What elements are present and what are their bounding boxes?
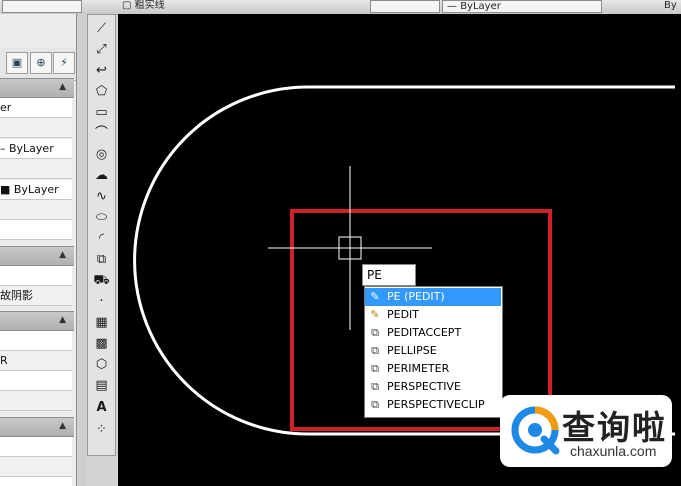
quick-select-icon[interactable]: ⚡: [53, 52, 75, 74]
prop-row[interactable]: [0, 159, 72, 179]
rectangle-icon[interactable]: ▭: [91, 103, 112, 122]
color-combo[interactable]: [370, 0, 440, 13]
prop-row[interactable]: [0, 391, 72, 411]
top-toolbar: ▢ 粗实线 — ByLayer By: [0, 0, 681, 15]
command-autocomplete-list: ✎ PE (PEDIT) ✎ PEDIT ⧉ PEDITACCEPT ⧉ PEL…: [364, 286, 503, 418]
command-icon: ⧉: [371, 362, 379, 375]
section-plot-header[interactable]: ▲: [0, 311, 74, 331]
prop-row-shadow[interactable]: 故阴影: [0, 286, 72, 306]
draw-toolbar: ⟋ ⤢ ↩ ⬠ ▭ ⌒ ◎ ☁ ∿ ⬭ ◜ ⧉ ⛟ · ▦ ▩ ⬡ ▤ A ⁘: [87, 14, 116, 456]
mtext-icon[interactable]: A: [91, 398, 112, 417]
dynamic-input-field[interactable]: PE: [362, 264, 416, 286]
linetype-swatch-icon: —: [447, 1, 461, 12]
make-block-icon[interactable]: ⛟: [91, 271, 112, 290]
table-icon[interactable]: ▤: [91, 376, 112, 395]
add-selected-icon[interactable]: ⁘: [91, 420, 112, 439]
select-objects-icon[interactable]: ⊕: [30, 52, 52, 74]
suggestion-perspectiveclip[interactable]: ⧉ PERSPECTIVECLIP: [365, 396, 501, 414]
command-icon: ⧉: [371, 344, 379, 357]
layer-combo[interactable]: ▢ 粗实线: [118, 0, 210, 13]
toolbar-combo-left[interactable]: [2, 0, 82, 13]
region-icon[interactable]: ⬡: [91, 355, 112, 374]
hatch-icon[interactable]: ▦: [91, 313, 112, 332]
gradient-icon[interactable]: ▩: [91, 334, 112, 353]
pencil-icon: ✎: [370, 290, 380, 303]
collapse-arrow-icon: ▲: [59, 250, 66, 260]
command-icon: ⧉: [371, 398, 379, 411]
toggle-pickadd-icon[interactable]: ▣: [6, 52, 28, 74]
line-icon[interactable]: ⟋: [91, 19, 112, 38]
ellipse-arc-icon[interactable]: ◜: [91, 229, 112, 248]
collapse-arrow-icon: ▲: [59, 421, 66, 431]
arc-icon[interactable]: ⌒: [91, 124, 112, 143]
command-icon: ⧉: [371, 380, 379, 393]
bylayer-combo-value: ByLayer: [460, 1, 501, 12]
collapse-arrow-icon: ▲: [59, 82, 66, 92]
bylayer-combo[interactable]: — ByLayer: [442, 0, 602, 13]
prop-row-linetype[interactable]: – ByLayer: [0, 139, 72, 159]
prop-row[interactable]: [0, 118, 72, 138]
palette-splitter[interactable]: [78, 14, 87, 486]
watermark-badge: 查询啦 chaxunla.com: [500, 395, 672, 467]
watermark-domain-text: chaxunla.com: [570, 443, 657, 459]
section-view-header[interactable]: ▲: [0, 417, 74, 437]
spline-icon[interactable]: ∿: [91, 187, 112, 206]
point-icon[interactable]: ·: [91, 292, 112, 311]
watermark-chinese-text: 查询啦: [562, 408, 667, 447]
prop-row-lineweight[interactable]: ■ ByLayer: [0, 180, 72, 200]
xline-icon[interactable]: ⤢: [91, 40, 112, 59]
pencil-icon: ✎: [370, 308, 380, 321]
prop-row[interactable]: [0, 220, 72, 240]
polyline-icon[interactable]: ↩: [91, 61, 112, 80]
prop-row-layer[interactable]: er: [0, 98, 72, 118]
prop-row[interactable]: [0, 371, 72, 391]
revcloud-icon[interactable]: ☁: [91, 166, 112, 185]
layer-combo-value: 粗实线: [134, 0, 165, 11]
prop-row[interactable]: [0, 331, 72, 351]
collapse-arrow-icon: ▲: [59, 315, 66, 325]
suggestion-pe-pedit[interactable]: ✎ PE (PEDIT): [365, 288, 501, 306]
suggestion-perimeter[interactable]: ⧉ PERIMETER: [365, 360, 501, 378]
circle-icon[interactable]: ◎: [91, 145, 112, 164]
insert-block-icon[interactable]: ⧉: [91, 250, 112, 269]
ellipse-icon[interactable]: ⬭: [91, 208, 112, 227]
prop-row[interactable]: [0, 200, 72, 220]
suggestion-peditaccept[interactable]: ⧉ PEDITACCEPT: [365, 324, 501, 342]
properties-palette: ▣ ⊕ ⚡ ▲ er – ByLayer ■ ByLayer ▲ 故阴影 ▲ R…: [0, 14, 77, 486]
section-general-header[interactable]: ▲: [0, 78, 74, 98]
suggestion-perspective[interactable]: ⧉ PERSPECTIVE: [365, 378, 501, 396]
suggestion-pellipse[interactable]: ⧉ PELLIPSE: [365, 342, 501, 360]
suggestion-pedit[interactable]: ✎ PEDIT: [365, 306, 501, 324]
watermark-logo-icon: [511, 406, 560, 455]
prop-row[interactable]: [0, 437, 72, 457]
polygon-icon[interactable]: ⬠: [91, 82, 112, 101]
topbar-right-fragment: By: [664, 0, 677, 11]
section-3d-header[interactable]: ▲: [0, 246, 74, 266]
prop-row[interactable]: [0, 457, 72, 477]
properties-toolbar: ▣ ⊕ ⚡: [0, 48, 76, 81]
prop-row[interactable]: [0, 477, 72, 486]
prop-row[interactable]: R: [0, 351, 72, 371]
command-icon: ⧉: [371, 326, 379, 339]
layer-combo-icon: ▢: [122, 0, 135, 11]
prop-row[interactable]: [0, 266, 72, 286]
